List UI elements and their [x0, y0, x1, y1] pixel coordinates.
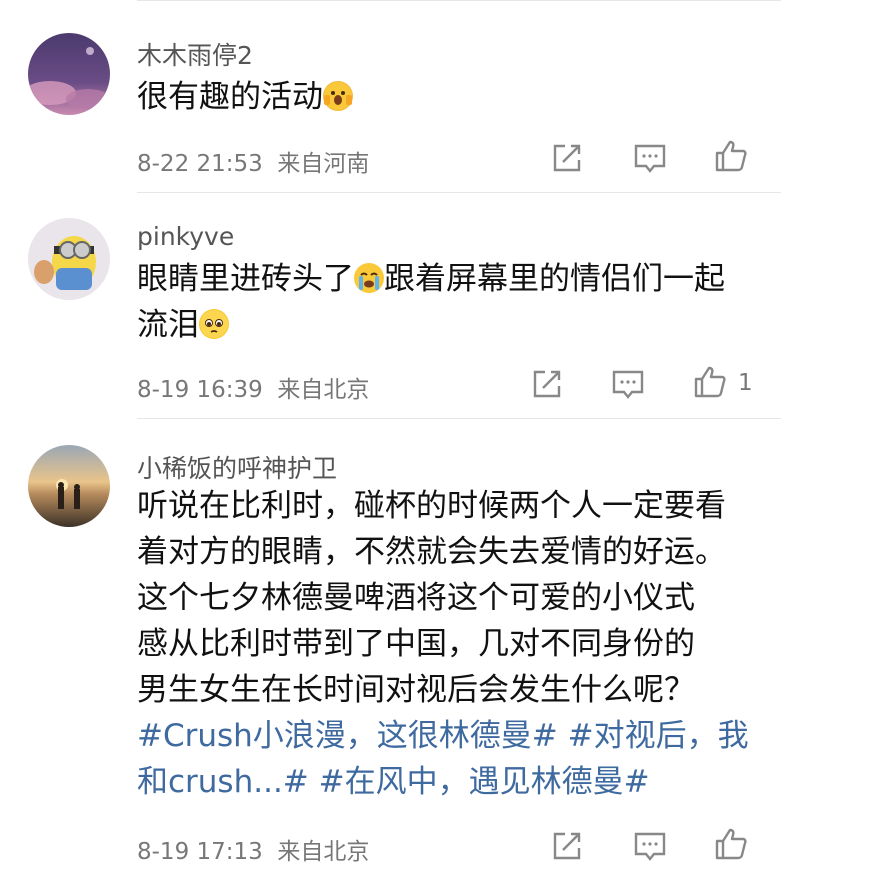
comment-date: 8-22 21:53	[137, 151, 263, 177]
pleading-emoji-icon	[199, 309, 229, 339]
comment-icon[interactable]	[610, 366, 646, 402]
hashtag-link[interactable]: #在风中，遇见林德曼#	[319, 764, 650, 800]
username[interactable]: 小稀饭的呼神护卫	[137, 449, 337, 485]
like-icon[interactable]	[692, 364, 728, 400]
avatar[interactable]	[28, 445, 110, 527]
username[interactable]: pinkyve	[137, 222, 234, 251]
hashtag-link[interactable]: 和crush...#	[137, 764, 309, 800]
comment-meta: 8-22 21:53 来自河南	[137, 144, 369, 178]
share-icon[interactable]	[549, 140, 585, 176]
comment-icon[interactable]	[632, 140, 668, 176]
divider	[137, 192, 781, 193]
like-count: 1	[738, 370, 753, 396]
comment-text: 眼睛里进砖头了 跟着屏幕里的情侣们一起 流泪	[137, 261, 725, 343]
comment-location: 来自河南	[277, 151, 370, 177]
share-icon[interactable]	[549, 828, 585, 864]
crying-emoji-icon	[354, 263, 384, 293]
comment-meta: 8-19 17:13 来自北京	[137, 832, 369, 866]
avatar[interactable]	[28, 33, 110, 115]
comment-date: 8-19 16:39	[137, 377, 263, 403]
comment-icon[interactable]	[632, 828, 668, 864]
username[interactable]: 木木雨停2	[137, 36, 253, 72]
divider	[137, 418, 781, 419]
comment-meta: 8-19 16:39 来自北京	[137, 370, 369, 404]
scream-emoji-icon	[323, 81, 353, 111]
comment-text: 很有趣的活动	[137, 74, 767, 120]
avatar[interactable]	[28, 218, 110, 300]
like-icon[interactable]	[713, 138, 749, 174]
like-icon[interactable]	[713, 826, 749, 862]
share-icon[interactable]	[529, 366, 565, 402]
comment-date: 8-19 17:13	[137, 839, 263, 865]
divider	[137, 0, 781, 1]
comment-location: 来自北京	[277, 377, 370, 403]
comment-location: 来自北京	[277, 839, 370, 865]
comment-text: 听说在比利时，碰杯的时候两个人一定要看 着对方的眼睛，不然就会失去爱情的好运。 …	[137, 488, 749, 800]
hashtag-link[interactable]: #Crush小浪漫，这很林德曼#	[137, 718, 558, 754]
hashtag-link[interactable]: #对视后，我	[568, 718, 749, 754]
